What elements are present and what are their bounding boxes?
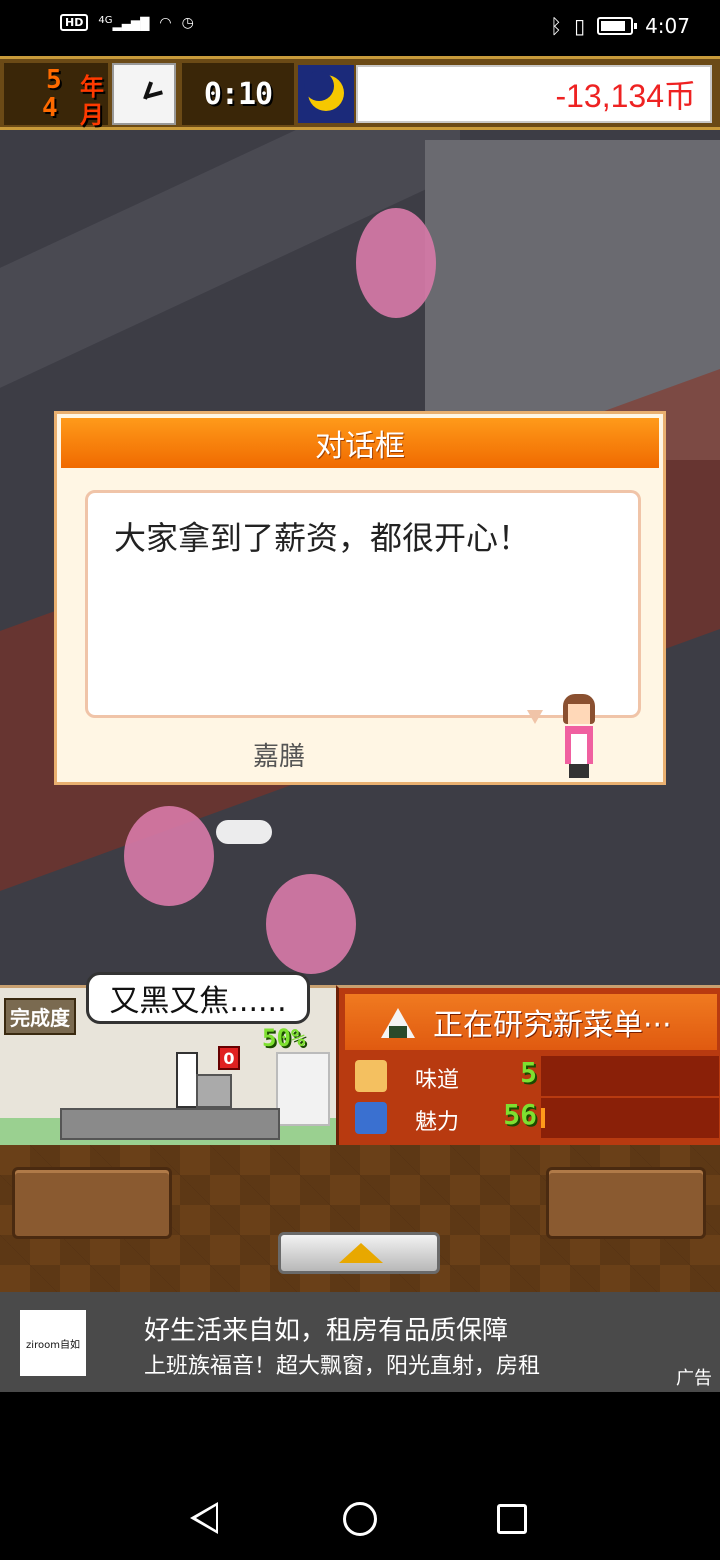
scene-tree [356,208,436,318]
home-icon[interactable] [343,1502,377,1536]
money-value: -13,134币 [555,78,696,114]
right-menu-button[interactable] [546,1167,706,1239]
signal-icon: 4G▂▄▆█ [98,14,150,31]
back-icon[interactable] [190,1502,218,1534]
street-lamp [216,820,272,844]
scene-tree [124,806,214,906]
game-control-panel [0,1145,720,1292]
dialog-speaker: 嘉膳 [253,742,306,772]
dialog-bubble: 大家拿到了薪资，都很开心！ [85,490,641,718]
ad-tag: 广告 [676,1368,712,1389]
date-display: 5 年 4 月 [4,63,108,129]
month-value: 4 [42,93,58,123]
dialog-box[interactable]: 对话框 大家拿到了薪资，都很开心！ 嘉膳 [54,411,666,785]
scene-tree [266,874,356,974]
completion-label: 完成度 [4,998,76,1035]
battery-icon [597,17,638,35]
game-hud: 5 年 4 月 0:10 -13,134币 [0,56,720,130]
research-title: 正在研究新菜单··· [433,1008,672,1043]
ad-title: 好生活来自如，租房有品质保障 [144,1316,509,1346]
game-time-text: 0:10 [203,76,273,112]
ad-logo: ziroom自如 [20,1310,86,1376]
stat-label: 味道 [415,1068,460,1093]
money-display: -13,134币 [356,65,712,123]
bubble-tail [527,710,543,724]
vibrate-icon: ▯ [574,14,586,38]
chef-character-icon [176,1052,198,1108]
stat-bar [541,1056,719,1096]
ad-banner[interactable]: ziroom自如 好生活来自如，租房有品质保障 上班族福音！超大飘窗，阳光直射，… [0,1292,720,1392]
game-time: 0:10 [182,63,294,125]
stat-bar [541,1098,719,1138]
bluetooth-icon: ᛒ [550,14,563,38]
status-badge: 0 [218,1046,240,1070]
kitchen-shelves [276,1052,330,1126]
clock-icon [112,63,176,125]
charm-icon [355,1102,387,1134]
ad-subtitle: 上班族福音！超大飘窗，阳光直射，房租 [144,1354,541,1379]
stat-bar-fill [541,1108,545,1128]
status-time: 4:07 [645,14,690,38]
left-menu-button[interactable] [12,1167,172,1239]
wifi-icon: ◠ [159,14,172,31]
progress-percent: 50% [262,1024,306,1052]
status-bar: HD 4G▂▄▆█ ◠ ◷ ᛒ ▯ 4:07 [0,0,720,56]
month-unit: 月 [80,101,104,129]
stat-value: 5 [520,1056,537,1089]
alarm-icon: ◷ [181,14,194,31]
rice-ball-icon [377,1008,419,1044]
cooking-pot-icon [196,1074,232,1108]
chef-speech-bubble: 又黑又焦...... [86,972,310,1024]
maid-character-icon [557,694,601,778]
arrow-up-icon [339,1243,383,1263]
stat-value: 56 [503,1098,537,1131]
taste-icon [355,1060,387,1092]
kitchen-counter [60,1108,280,1140]
ad-logo-text: ziroom自如 [26,1339,80,1351]
hd-icon: HD [60,14,89,31]
stat-label: 魅力 [415,1110,460,1135]
chef-speech-text: 又黑又焦...... [109,984,287,1019]
network-type: 4G [98,14,113,26]
recent-apps-icon[interactable] [497,1504,527,1534]
research-panel[interactable]: 正在研究新菜单··· 味道 5 魅力 56 [336,985,720,1145]
stat-row-charm: 魅力 56 [345,1098,719,1138]
expand-menu-button[interactable] [278,1232,440,1274]
dialog-header: 对话框 [61,418,659,468]
stat-row-taste: 味道 5 [345,1056,719,1096]
year-value: 5 [46,65,62,95]
navigation-bar [0,1470,720,1560]
moon-icon [298,65,354,123]
dialog-title: 对话框 [315,429,405,464]
dialog-message: 大家拿到了薪资，都很开心！ [114,519,531,557]
research-header: 正在研究新菜单··· [345,994,717,1050]
